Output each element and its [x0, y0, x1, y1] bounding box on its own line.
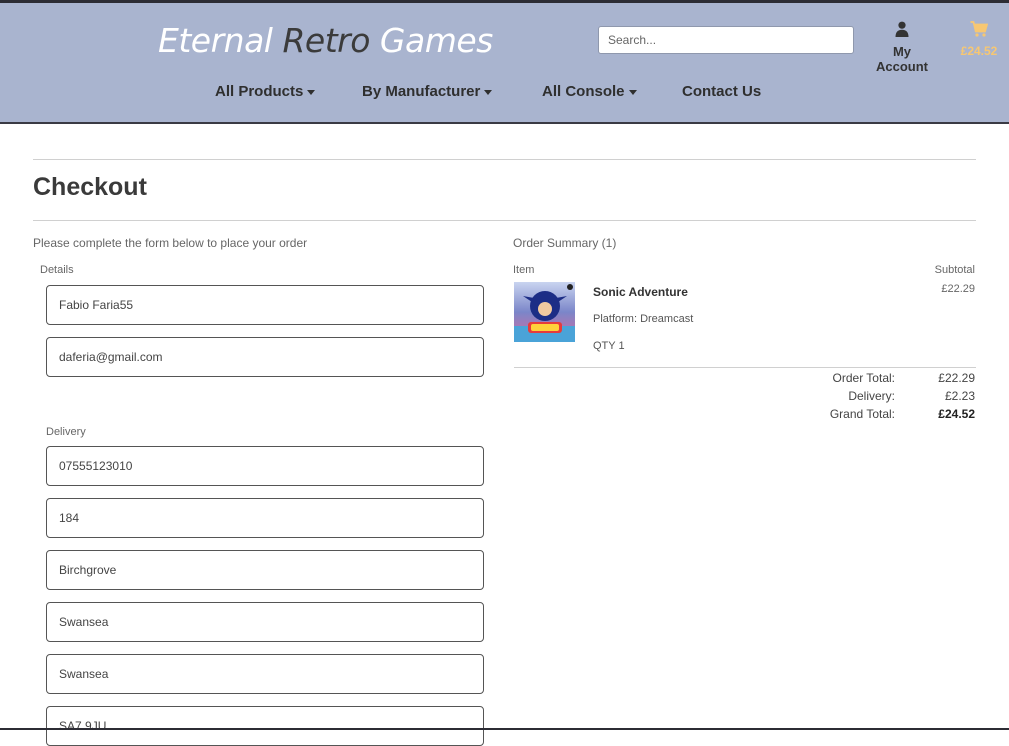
nav-contact-us[interactable]: Contact Us: [682, 83, 761, 100]
caret-down-icon: [484, 89, 493, 95]
logo-word-games: Games: [379, 21, 493, 60]
postcode-field[interactable]: [46, 706, 484, 746]
nav-item-label: All Console: [542, 83, 625, 100]
nav-item-label: By Manufacturer: [362, 83, 481, 100]
nav-item-label: All Products: [215, 83, 304, 100]
product-platform: Platform: Dreamcast: [593, 313, 694, 325]
logo-word-eternal: Eternal: [158, 21, 273, 60]
delivery-cost-label: Delivery:: [848, 389, 895, 403]
nav-by-manufacturer[interactable]: By Manufacturer: [362, 83, 493, 100]
delivery-cost-value: £2.23: [944, 389, 975, 403]
form-instructions: Please complete the form below to place …: [33, 236, 308, 250]
nav-item-label: Contact Us: [682, 83, 762, 100]
divider-top: [33, 159, 976, 160]
delivery-label: Delivery: [46, 426, 86, 438]
divider-bottom: [33, 220, 976, 221]
caret-down-icon: [307, 89, 316, 95]
order-total-label: Order Total:: [832, 371, 895, 385]
subtotal-column-header: Subtotal: [934, 264, 975, 276]
nav-all-console[interactable]: All Console: [542, 83, 637, 100]
logo-word-retro: Retro: [282, 21, 370, 60]
email-field[interactable]: [46, 337, 484, 377]
product-thumbnail[interactable]: [514, 282, 575, 342]
summary-divider: [514, 367, 976, 368]
product-subtotal: £22.29: [941, 283, 975, 295]
cart-total: £24.52: [960, 44, 998, 58]
order-total-value: £22.29: [938, 371, 975, 385]
grand-total-label: Grand Total:: [829, 407, 895, 421]
page-title: Checkout: [33, 173, 147, 201]
shopping-cart-icon: [970, 21, 989, 37]
nav-all-products[interactable]: All Products: [215, 83, 316, 100]
product-cover-image: [514, 282, 575, 342]
town-city-field[interactable]: [46, 602, 484, 642]
user-icon: [895, 21, 909, 37]
search-input[interactable]: [598, 26, 854, 54]
item-column-header: Item: [513, 264, 535, 276]
full-name-field[interactable]: [46, 285, 484, 325]
details-label: Details: [40, 264, 74, 276]
street-address-1-field[interactable]: [46, 498, 484, 538]
my-account-link[interactable]: My Account: [866, 21, 938, 74]
product-quantity: QTY 1: [593, 340, 625, 352]
street-address-2-field[interactable]: [46, 550, 484, 590]
order-summary-title: Order Summary (1): [513, 236, 617, 250]
site-header: Eternal Retro Games My Account £24.52 Al…: [0, 3, 1009, 124]
my-account-label: My Account: [876, 44, 928, 74]
main-nav: All Products By Manufacturer All Console…: [0, 83, 1009, 107]
county-field[interactable]: [46, 654, 484, 694]
grand-total-value: £24.52: [938, 407, 975, 421]
caret-down-icon: [628, 89, 637, 95]
product-name[interactable]: Sonic Adventure: [593, 285, 688, 299]
site-logo[interactable]: Eternal Retro Games: [158, 21, 493, 60]
phone-field[interactable]: [46, 446, 484, 486]
cart-link[interactable]: £24.52: [957, 21, 1001, 58]
